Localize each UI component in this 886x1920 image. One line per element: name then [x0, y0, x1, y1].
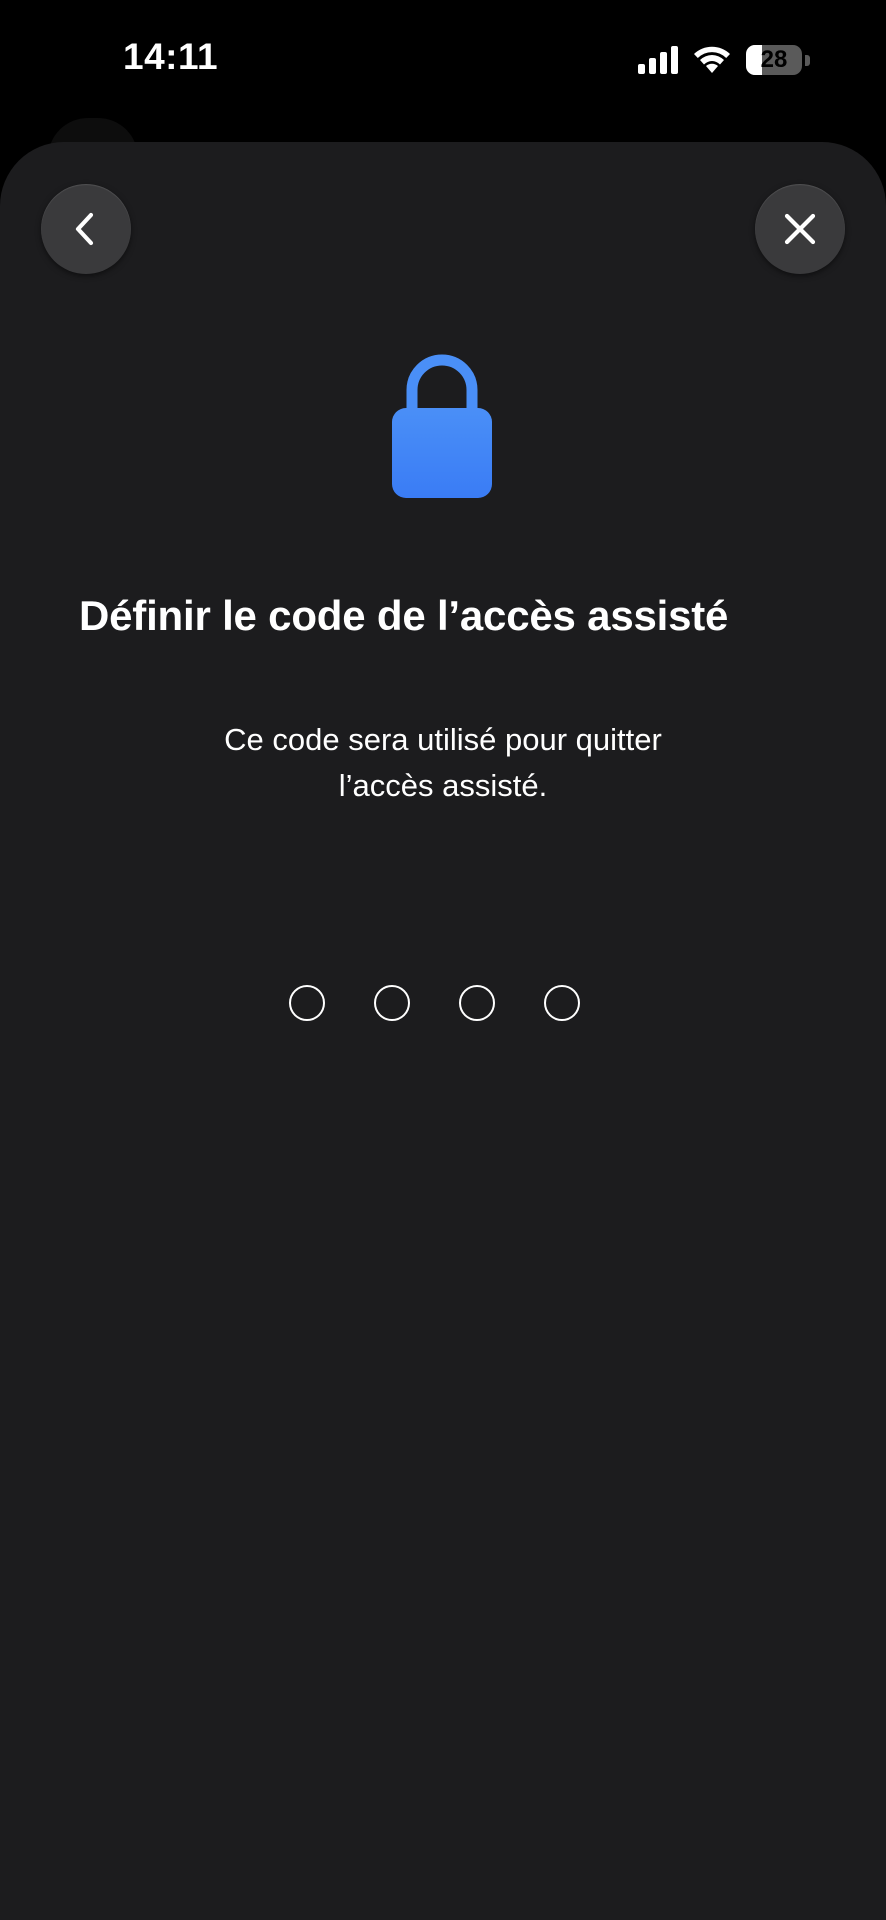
screen: 14:11 28 Définir le code de l’accès assi…	[0, 0, 886, 1920]
status-icons: 28	[638, 44, 810, 76]
subtitle-line-2: l’accès assisté.	[338, 768, 548, 803]
passcode-dots[interactable]	[289, 985, 580, 1021]
chevron-left-icon	[75, 212, 94, 246]
passcode-dot	[374, 985, 410, 1021]
cellular-signal-icon	[638, 46, 678, 74]
page-subtitle: Ce code sera utilisé pour quitter l’accè…	[143, 717, 743, 809]
subtitle-line-1: Ce code sera utilisé pour quitter	[224, 722, 662, 757]
status-bar: 14:11 28	[0, 0, 886, 120]
battery-cap	[805, 54, 810, 66]
xmark-icon	[784, 213, 816, 245]
passcode-dot	[459, 985, 495, 1021]
status-time: 14:11	[123, 36, 219, 77]
battery-icon: 28	[746, 45, 810, 75]
battery-level: 28	[760, 46, 788, 73]
battery-body: 28	[746, 45, 802, 75]
passcode-dot	[289, 985, 325, 1021]
modal-sheet: Définir le code de l’accès assisté Ce co…	[0, 142, 886, 1920]
wifi-icon	[694, 46, 730, 73]
back-button[interactable]	[41, 184, 131, 274]
lock-icon	[392, 354, 492, 498]
page-title: Définir le code de l’accès assisté	[79, 592, 729, 639]
close-button[interactable]	[755, 184, 845, 274]
passcode-dot	[544, 985, 580, 1021]
